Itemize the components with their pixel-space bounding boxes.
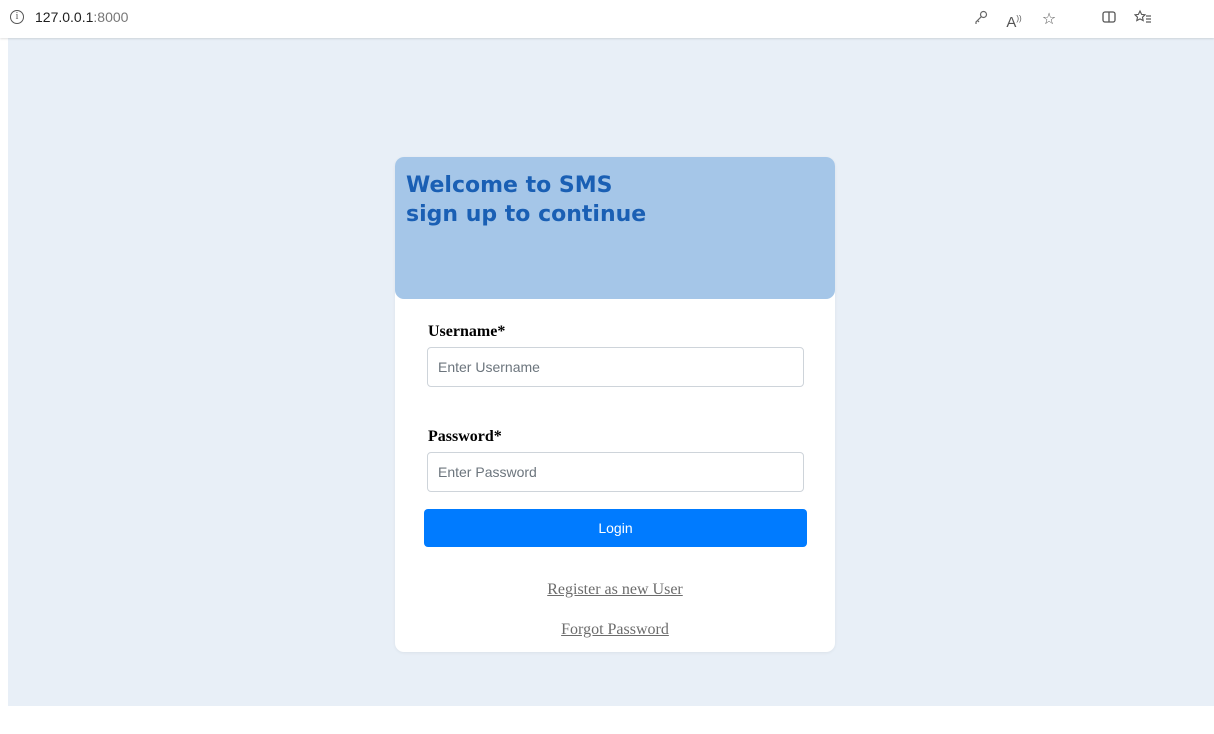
url-host: 127.0.0.1 [35, 9, 94, 25]
login-button[interactable]: Login [424, 509, 807, 547]
card-header: Welcome to SMS sign up to continue [395, 157, 835, 299]
forgot-password-link[interactable]: Forgot Password [395, 621, 835, 639]
username-label: Username* [428, 323, 506, 340]
favorites-list-icon[interactable] [1133, 9, 1153, 29]
url-text[interactable]: 127.0.0.1:8000 [35, 8, 128, 26]
password-input[interactable] [427, 452, 804, 492]
favorite-star-icon[interactable]: ☆ [1039, 9, 1059, 29]
signup-line: sign up to continue [406, 202, 647, 227]
key-icon[interactable] [971, 9, 991, 29]
url-port: :8000 [93, 9, 129, 25]
username-input[interactable] [427, 347, 804, 387]
password-label: Password* [428, 428, 502, 445]
browser-address-bar: i 127.0.0.1:8000 A)) ☆ [0, 0, 1214, 38]
split-screen-icon[interactable] [1099, 9, 1119, 29]
welcome-line: Welcome to SMS [406, 173, 613, 198]
register-link[interactable]: Register as new User [395, 581, 835, 599]
login-card: Welcome to SMS sign up to continue Usern… [395, 157, 835, 652]
read-aloud-icon[interactable]: A)) [1004, 9, 1024, 31]
site-info-icon[interactable]: i [10, 10, 24, 24]
welcome-heading: Welcome to SMS sign up to continue [406, 171, 646, 229]
bottom-strip [0, 706, 1214, 734]
